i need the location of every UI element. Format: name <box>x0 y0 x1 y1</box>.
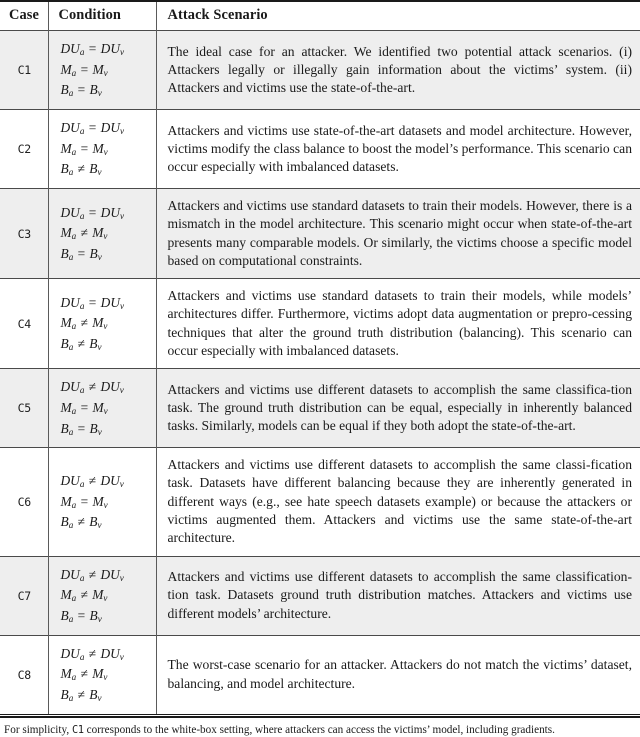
condition-equation: DUa ≠ DUv <box>61 377 152 398</box>
condition-cell: DUa = DUvMa ≠ MvBa ≠ Bv <box>48 279 156 369</box>
condition-cell: DUa = DUvMa = MvBa ≠ Bv <box>48 109 156 188</box>
table-row: C1DUa = DUvMa = MvBa = BvThe ideal case … <box>0 31 640 110</box>
condition-equations: DUa ≠ DUvMa = MvBa = Bv <box>61 377 152 439</box>
table-footnote: For simplicity, C1 corresponds to the wh… <box>0 718 640 737</box>
condition-equation: Ba ≠ Bv <box>61 159 152 180</box>
case-label: C2 <box>0 109 48 188</box>
footnote-suffix: corresponds to the white-box setting, wh… <box>84 724 555 736</box>
condition-cell: DUa = DUvMa ≠ MvBa = Bv <box>48 188 156 278</box>
condition-equation: Ba ≠ Bv <box>61 334 152 355</box>
condition-equation: Ba = Bv <box>61 419 152 440</box>
case-label: C5 <box>0 369 48 448</box>
footnote-case-code: C1 <box>72 725 84 736</box>
attack-scenario-text: Attackers and victims use state-of-the-a… <box>156 109 640 188</box>
condition-equation: Ba = Bv <box>61 244 152 265</box>
condition-equation: DUa = DUv <box>61 118 152 139</box>
attack-scenario-text: The ideal case for an attacker. We ident… <box>156 31 640 110</box>
condition-equations: DUa ≠ DUvMa ≠ MvBa ≠ Bv <box>61 644 152 706</box>
attack-scenario-text: Attackers and victims use different data… <box>156 369 640 448</box>
condition-cell: DUa ≠ DUvMa ≠ MvBa ≠ Bv <box>48 635 156 713</box>
condition-equation: DUa = DUv <box>61 203 152 224</box>
attack-scenario-table-container: Case Condition Attack Scenario C1DUa = D… <box>0 0 640 737</box>
condition-equation: Ma ≠ Mv <box>61 585 152 606</box>
condition-equations: DUa = DUvMa ≠ MvBa ≠ Bv <box>61 293 152 355</box>
table-row: C8DUa ≠ DUvMa ≠ MvBa ≠ BvThe worst-case … <box>0 635 640 713</box>
table-body: C1DUa = DUvMa = MvBa = BvThe ideal case … <box>0 31 640 714</box>
condition-equations: DUa = DUvMa ≠ MvBa = Bv <box>61 203 152 265</box>
condition-equation: DUa = DUv <box>61 39 152 60</box>
column-header-condition: Condition <box>48 1 156 31</box>
attack-scenario-text: Attackers and victims use standard datas… <box>156 279 640 369</box>
condition-equation: DUa ≠ DUv <box>61 471 152 492</box>
footnote-prefix: For simplicity, <box>4 724 72 736</box>
condition-equation: Ba = Bv <box>61 80 152 101</box>
condition-equation: Ba ≠ Bv <box>61 512 152 533</box>
condition-cell: DUa ≠ DUvMa = MvBa = Bv <box>48 369 156 448</box>
condition-equation: Ma = Mv <box>61 60 152 81</box>
case-label: C1 <box>0 31 48 110</box>
condition-equation: Ma = Mv <box>61 492 152 513</box>
table-row: C3DUa = DUvMa ≠ MvBa = BvAttackers and v… <box>0 188 640 278</box>
condition-equations: DUa ≠ DUvMa = MvBa ≠ Bv <box>61 471 152 533</box>
column-header-attack-scenario: Attack Scenario <box>156 1 640 31</box>
case-label: C6 <box>0 448 48 556</box>
condition-equations: DUa ≠ DUvMa ≠ MvBa = Bv <box>61 565 152 627</box>
condition-equation: Ba ≠ Bv <box>61 685 152 706</box>
column-header-case: Case <box>0 1 48 31</box>
condition-equation: DUa ≠ DUv <box>61 644 152 665</box>
condition-equations: DUa = DUvMa = MvBa = Bv <box>61 39 152 101</box>
attack-scenario-text: The worst-case scenario for an attacker.… <box>156 635 640 713</box>
case-label: C3 <box>0 188 48 278</box>
attack-scenario-text: Attackers and victims use different data… <box>156 556 640 635</box>
table-row: C7DUa ≠ DUvMa ≠ MvBa = BvAttackers and v… <box>0 556 640 635</box>
table-row: C4DUa = DUvMa ≠ MvBa ≠ BvAttackers and v… <box>0 279 640 369</box>
attack-scenario-text: Attackers and victims use different data… <box>156 448 640 556</box>
case-label: C8 <box>0 635 48 713</box>
condition-equation: DUa = DUv <box>61 293 152 314</box>
table-header-row: Case Condition Attack Scenario <box>0 1 640 31</box>
condition-cell: DUa = DUvMa = MvBa = Bv <box>48 31 156 110</box>
condition-equation: Ma ≠ Mv <box>61 664 152 685</box>
attack-scenario-text: Attackers and victims use standard datas… <box>156 188 640 278</box>
condition-cell: DUa ≠ DUvMa = MvBa ≠ Bv <box>48 448 156 556</box>
case-label: C4 <box>0 279 48 369</box>
table-row: C5DUa ≠ DUvMa = MvBa = BvAttackers and v… <box>0 369 640 448</box>
table-row: C2DUa = DUvMa = MvBa ≠ BvAttackers and v… <box>0 109 640 188</box>
condition-cell: DUa ≠ DUvMa ≠ MvBa = Bv <box>48 556 156 635</box>
condition-equation: Ma = Mv <box>61 398 152 419</box>
condition-equation: Ba = Bv <box>61 606 152 627</box>
condition-equation: DUa ≠ DUv <box>61 565 152 586</box>
table-row: C6DUa ≠ DUvMa = MvBa ≠ BvAttackers and v… <box>0 448 640 556</box>
condition-equation: Ma ≠ Mv <box>61 223 152 244</box>
condition-equations: DUa = DUvMa = MvBa ≠ Bv <box>61 118 152 180</box>
case-label: C7 <box>0 556 48 635</box>
condition-equation: Ma ≠ Mv <box>61 313 152 334</box>
table-header: Case Condition Attack Scenario <box>0 1 640 31</box>
attack-scenario-table: Case Condition Attack Scenario C1DUa = D… <box>0 0 640 714</box>
condition-equation: Ma = Mv <box>61 139 152 160</box>
